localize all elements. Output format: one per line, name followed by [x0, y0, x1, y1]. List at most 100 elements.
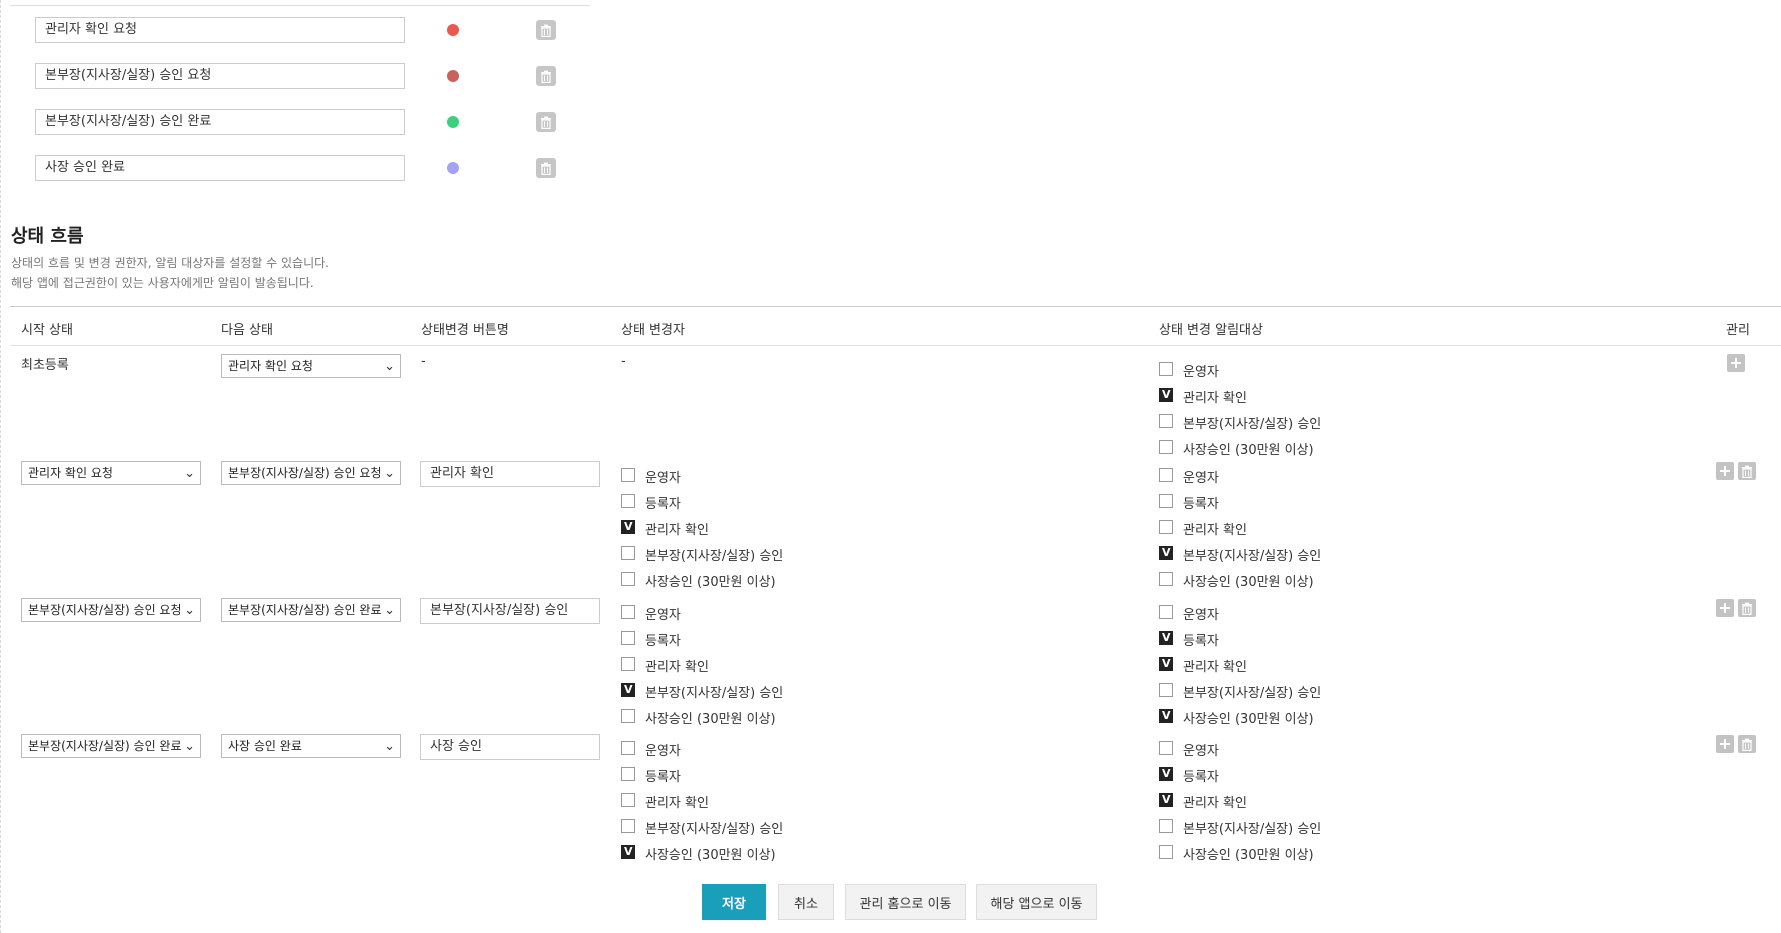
checkbox[interactable] — [1159, 845, 1173, 859]
checkbox-label: 관리자 확인 — [645, 660, 709, 675]
checkbox[interactable] — [621, 793, 635, 807]
checkbox-label: 등록자 — [1183, 770, 1219, 785]
checkbox[interactable] — [621, 605, 635, 619]
status-color-dot[interactable] — [447, 24, 459, 36]
checkbox-label: 등록자 — [645, 497, 681, 512]
save-button[interactable]: 저장 — [702, 884, 766, 920]
status-name-input[interactable]: 본부장(지사장/실장) 승인 요청 — [35, 63, 405, 89]
checkbox[interactable] — [1159, 520, 1173, 534]
checkbox[interactable] — [621, 546, 635, 560]
trash-icon[interactable] — [536, 158, 556, 178]
start-status-select[interactable]: 본부장(지사장/실장) 승인 완료 ⌄ — [21, 734, 201, 758]
checkbox-label: 등록자 — [645, 634, 681, 649]
checkbox[interactable] — [1159, 657, 1173, 671]
checkbox[interactable] — [621, 572, 635, 586]
chevron-down-icon: ⌄ — [184, 739, 195, 754]
chevron-down-icon: ⌄ — [384, 603, 395, 618]
status-color-dot[interactable] — [447, 162, 459, 174]
checkbox[interactable] — [621, 468, 635, 482]
checkbox[interactable] — [621, 767, 635, 781]
next-status-select[interactable]: 관리자 확인 요청 ⌄ — [221, 354, 401, 378]
checkbox-label: 관리자 확인 — [1183, 660, 1247, 675]
checkbox-label: 운영자 — [645, 471, 681, 486]
button-name-input[interactable]: 본부장(지사장/실장) 승인 — [420, 598, 600, 624]
status-color-dot[interactable] — [447, 116, 459, 128]
left-border — [0, 0, 1, 933]
checkbox[interactable] — [1159, 362, 1173, 376]
start-status-select[interactable]: 관리자 확인 요청 ⌄ — [21, 461, 201, 485]
checkbox[interactable] — [1159, 572, 1173, 586]
checkbox[interactable] — [621, 819, 635, 833]
checkbox[interactable] — [1159, 741, 1173, 755]
header-manage: 관리 — [1726, 323, 1750, 338]
select-value: 사장 승인 완료 — [228, 739, 302, 753]
checkbox[interactable] — [1159, 709, 1173, 723]
add-icon[interactable] — [1716, 735, 1734, 753]
section-title: 상태 흐름 — [11, 226, 84, 247]
trash-icon[interactable] — [536, 66, 556, 86]
checkbox[interactable] — [621, 520, 635, 534]
next-status-select[interactable]: 사장 승인 완료 ⌄ — [221, 734, 401, 758]
table-header-divider — [10, 345, 1781, 346]
checkbox-label: 사장승인 (30만원 이상) — [645, 712, 776, 727]
checkbox[interactable] — [621, 709, 635, 723]
checkbox-label: 사장승인 (30만원 이상) — [645, 848, 776, 863]
checkbox-label: 사장승인 (30만원 이상) — [1183, 575, 1314, 590]
next-status-select[interactable]: 본부장(지사장/실장) 승인 완료 ⌄ — [221, 598, 401, 622]
checkbox-label: 본부장(지사장/실장) 승인 — [1183, 686, 1322, 701]
checkbox-label: 본부장(지사장/실장) 승인 — [1183, 822, 1322, 837]
checkbox[interactable] — [1159, 546, 1173, 560]
checkbox[interactable] — [1159, 388, 1173, 402]
status-name-input[interactable]: 관리자 확인 요청 — [35, 17, 405, 43]
trash-icon[interactable] — [536, 112, 556, 132]
checkbox[interactable] — [1159, 605, 1173, 619]
checkbox-label: 등록자 — [645, 770, 681, 785]
checkbox[interactable] — [621, 494, 635, 508]
start-status-text: 최초등록 — [21, 358, 69, 373]
checkbox[interactable] — [621, 657, 635, 671]
select-value: 본부장(지사장/실장) 승인 요청 — [28, 603, 182, 617]
trash-icon[interactable] — [536, 20, 556, 40]
status-name-input[interactable]: 사장 승인 완료 — [35, 155, 405, 181]
checkbox[interactable] — [1159, 494, 1173, 508]
status-color-dot[interactable] — [447, 70, 459, 82]
status-name-input[interactable]: 본부장(지사장/실장) 승인 완료 — [35, 109, 405, 135]
admin-home-button[interactable]: 관리 홈으로 이동 — [845, 884, 966, 920]
select-value: 관리자 확인 요청 — [28, 466, 113, 480]
checkbox[interactable] — [621, 845, 635, 859]
add-icon[interactable] — [1716, 599, 1734, 617]
cancel-button[interactable]: 취소 — [778, 884, 834, 920]
checkbox[interactable] — [1159, 819, 1173, 833]
checkbox-label: 본부장(지사장/실장) 승인 — [645, 686, 784, 701]
start-status-select[interactable]: 본부장(지사장/실장) 승인 요청 ⌄ — [21, 598, 201, 622]
select-value: 본부장(지사장/실장) 승인 요청 — [228, 466, 382, 480]
checkbox[interactable] — [1159, 440, 1173, 454]
checkbox-label: 사장승인 (30만원 이상) — [1183, 443, 1314, 458]
button-name-input[interactable]: 관리자 확인 — [420, 461, 600, 487]
chevron-down-icon: ⌄ — [384, 466, 395, 481]
checkbox-label: 관리자 확인 — [645, 796, 709, 811]
trash-icon[interactable] — [1738, 599, 1756, 617]
checkbox[interactable] — [1159, 793, 1173, 807]
checkbox[interactable] — [621, 683, 635, 697]
add-icon[interactable] — [1716, 462, 1734, 480]
top-divider — [10, 5, 590, 6]
checkbox[interactable] — [1159, 468, 1173, 482]
button-name-input[interactable]: 사장 승인 — [420, 734, 600, 760]
go-app-button[interactable]: 해당 앱으로 이동 — [976, 884, 1097, 920]
trash-icon[interactable] — [1738, 735, 1756, 753]
chevron-down-icon: ⌄ — [384, 359, 395, 374]
checkbox-label: 운영자 — [1183, 471, 1219, 486]
checkbox[interactable] — [1159, 631, 1173, 645]
checkbox[interactable] — [1159, 767, 1173, 781]
checkbox[interactable] — [621, 741, 635, 755]
next-status-select[interactable]: 본부장(지사장/실장) 승인 요청 ⌄ — [221, 461, 401, 485]
checkbox[interactable] — [1159, 683, 1173, 697]
checkbox[interactable] — [621, 631, 635, 645]
checkbox-label: 운영자 — [1183, 365, 1219, 380]
checkbox[interactable] — [1159, 414, 1173, 428]
trash-icon[interactable] — [1738, 462, 1756, 480]
button-name-text: - — [421, 354, 426, 369]
checkbox-label: 운영자 — [645, 744, 681, 759]
add-icon[interactable] — [1727, 354, 1745, 372]
